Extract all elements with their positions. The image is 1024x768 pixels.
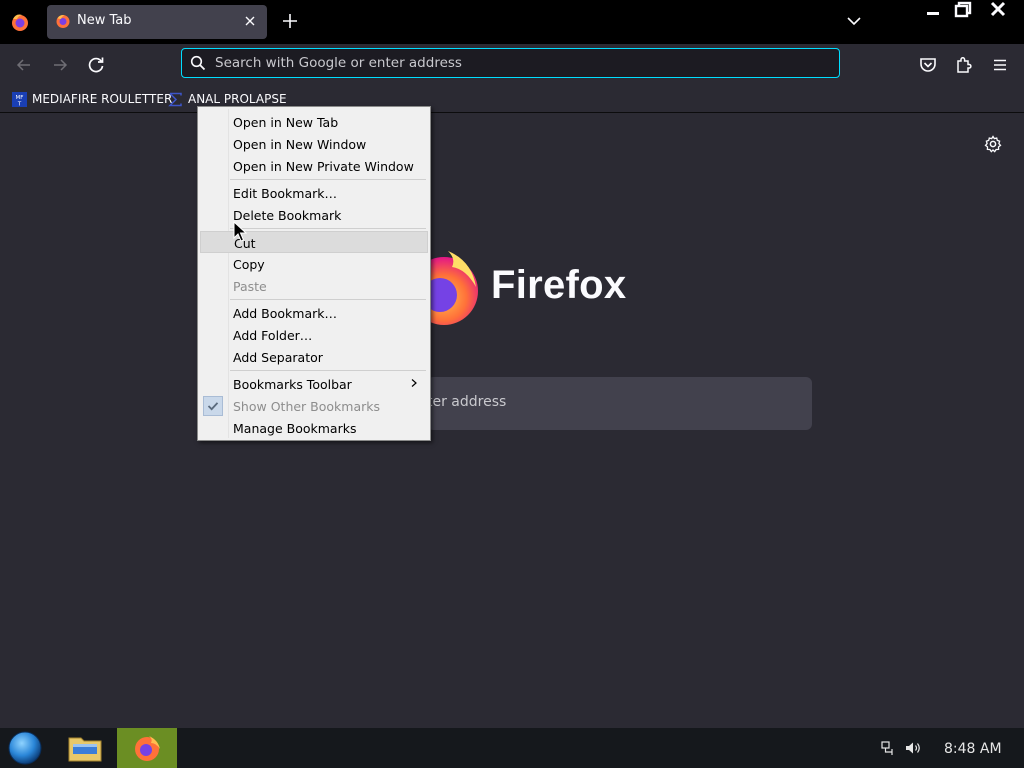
volume-icon[interactable]: [904, 740, 922, 756]
menu-item-bookmarks-toolbar[interactable]: Bookmarks Toolbar: [200, 373, 428, 395]
menu-item-open-in-new-window[interactable]: Open in New Window: [200, 133, 428, 155]
menu-item-show-other-bookmarks[interactable]: Show Other Bookmarks: [200, 395, 428, 417]
address-bar[interactable]: Search with Google or enter address: [181, 48, 840, 78]
extensions-puzzle-icon[interactable]: [952, 53, 976, 77]
back-arrow-icon[interactable]: [12, 53, 36, 77]
restore-window-icon[interactable]: [952, 0, 974, 22]
firefox-tab-icon: [56, 15, 70, 28]
newtab-search-placeholder: ter address: [427, 394, 507, 410]
navigation-toolbar: Search with Google or enter address: [0, 44, 1024, 86]
bookmarks-toolbar: MF T MEDIAFIRE ROULETTER ANAL PROLAPSE: [0, 86, 1024, 113]
taskbar: 8:48 AM: [0, 728, 1024, 768]
taskbar-firefox-button[interactable]: [117, 728, 177, 768]
menu-item-edit-bookmark[interactable]: Edit Bookmark…: [200, 182, 428, 204]
forward-arrow-icon[interactable]: [48, 53, 72, 77]
minimize-window-icon[interactable]: [922, 0, 944, 22]
firefox-taskbar-icon: [135, 736, 160, 761]
newtab-search-box[interactable]: ter address: [427, 377, 812, 430]
svg-text:MF: MF: [16, 95, 24, 101]
menu-item-add-bookmark[interactable]: Add Bookmark…: [200, 302, 428, 324]
firefox-wordmark: Firefox: [491, 263, 627, 307]
sigma-favicon-icon: [168, 92, 182, 106]
menu-item-manage-bookmarks[interactable]: Manage Bookmarks: [200, 417, 428, 439]
bookmark-label: MEDIAFIRE ROULETTER: [32, 92, 173, 106]
menu-item-open-in-new-private-window[interactable]: Open in New Private Window: [200, 155, 428, 177]
new-tab-page: Firefox ter address: [0, 113, 1024, 728]
submenu-arrow-icon: [411, 379, 417, 387]
search-icon: [190, 55, 206, 71]
start-menu-orb-icon[interactable]: [5, 730, 45, 766]
menu-separator: [230, 179, 426, 180]
close-tab-icon[interactable]: [241, 12, 259, 30]
close-window-icon[interactable]: [987, 0, 1009, 22]
network-icon[interactable]: [880, 740, 896, 756]
menu-item-copy[interactable]: Copy: [200, 253, 428, 275]
mouse-cursor-icon: [233, 221, 247, 242]
menu-separator: [230, 370, 426, 371]
menu-item-add-folder[interactable]: Add Folder…: [200, 324, 428, 346]
new-tab-plus-icon[interactable]: [279, 10, 301, 32]
menu-item-paste[interactable]: Paste: [200, 275, 428, 297]
bookmark-mediafire-rouletter[interactable]: MF T MEDIAFIRE ROULETTER: [12, 89, 172, 109]
pocket-icon[interactable]: [916, 53, 940, 77]
bookmark-context-menu: Open in New Tab Open in New Window Open …: [197, 106, 431, 441]
tab-strip: New Tab: [0, 0, 1024, 44]
reload-icon[interactable]: [84, 53, 108, 77]
menu-separator: [230, 299, 426, 300]
mediafire-favicon-icon: MF T: [12, 91, 27, 107]
file-manager-folder-icon[interactable]: [63, 730, 107, 766]
menu-separator: [230, 228, 426, 229]
hamburger-menu-icon[interactable]: [988, 53, 1012, 77]
gear-icon[interactable]: [983, 134, 1003, 154]
tab-title: New Tab: [77, 13, 132, 28]
menu-item-add-separator[interactable]: Add Separator: [200, 346, 428, 368]
menu-item-open-in-new-tab[interactable]: Open in New Tab: [200, 111, 428, 133]
chevron-down-icon[interactable]: [842, 9, 866, 33]
taskbar-clock[interactable]: 8:48 AM: [944, 741, 1002, 757]
firefox-app-icon[interactable]: [8, 10, 32, 34]
checkmark-icon: [203, 396, 223, 416]
tab-new-tab[interactable]: New Tab: [47, 5, 267, 39]
address-bar-placeholder: Search with Google or enter address: [215, 55, 462, 71]
bookmark-label: ANAL PROLAPSE: [188, 92, 287, 106]
svg-text:T: T: [17, 101, 22, 107]
